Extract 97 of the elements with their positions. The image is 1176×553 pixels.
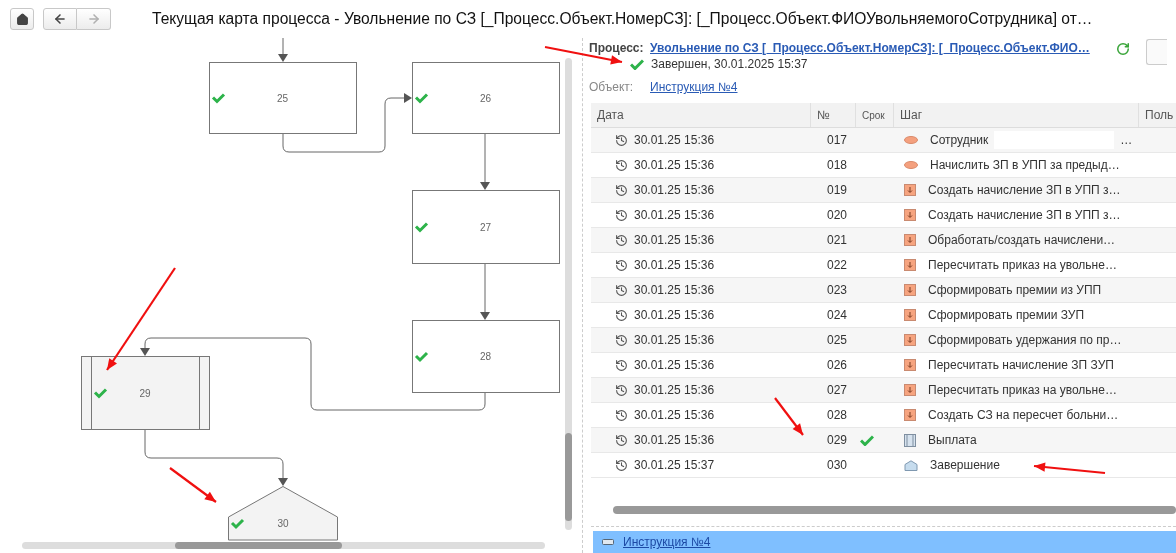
annotation-arrow	[774, 397, 804, 436]
toolbar-button[interactable]	[1145, 39, 1167, 65]
step-cell: Пересчитать приказ на увольне…	[928, 258, 1117, 272]
table-row[interactable]: 30.01.25 15:36 021 Обработать/создать начислени…	[591, 228, 1176, 253]
history-icon	[615, 258, 628, 272]
object-link[interactable]: Инструкция №4	[650, 80, 738, 95]
end-node[interactable]: 30	[228, 486, 338, 541]
number-cell: 027	[827, 383, 848, 397]
number-cell: 030	[827, 458, 848, 472]
date-cell: 30.01.25 15:36	[634, 408, 715, 422]
number-cell: 018	[827, 158, 848, 172]
process-label: Процесс:	[589, 41, 645, 55]
step-cell: Выплата	[928, 433, 977, 447]
history-icon	[615, 283, 628, 297]
date-cell: 30.01.25 15:36	[634, 158, 715, 172]
number-cell: 017	[827, 133, 848, 147]
history-icon	[615, 408, 628, 422]
table-row[interactable]: 30.01.25 15:36 025 Сформировать удержания по пр…	[591, 328, 1176, 353]
home-icon	[15, 12, 29, 26]
number-cell: 022	[827, 258, 848, 272]
horizontal-scrollbar[interactable]	[22, 542, 545, 549]
connector-arrow	[480, 132, 490, 190]
step-cell: Пересчитать начисление ЗП ЗУП	[928, 358, 1114, 372]
history-icon	[615, 333, 628, 347]
date-cell: 30.01.25 15:36	[634, 233, 715, 247]
number-cell: 024	[827, 308, 848, 322]
connector-arrow	[480, 262, 490, 320]
table-row[interactable]: 30.01.25 15:36 019 Создать начисление ЗП в УПП з…	[591, 178, 1176, 203]
step-cell: Сотрудник	[930, 133, 989, 147]
date-cell: 30.01.25 15:36	[634, 258, 715, 272]
home-button[interactable]	[10, 8, 34, 30]
step-cell: Создать начисление ЗП в УПП з…	[928, 183, 1121, 197]
window-title: Текущая карта процесса - Увольнение по СЗ [_Процесс.Объект.НомерСЗ]: [_Процесс.Объект.ФИОУвольняемогоСотрудника] от…	[152, 10, 1093, 28]
history-icon	[615, 183, 628, 197]
date-cell: 30.01.25 15:36	[634, 333, 715, 347]
subprocess-node[interactable]: 29	[81, 355, 210, 430]
column-header[interactable]: Срок	[856, 103, 894, 127]
number-cell: 019	[827, 183, 848, 197]
process-link[interactable]: Увольнение по СЗ [_Процесс.Объект.НомерСЗ]: [_Процесс.Объект.ФИО…	[650, 41, 1090, 55]
connector-arrow	[278, 38, 288, 62]
column-header[interactable]: Поль	[1139, 103, 1176, 127]
history-icon	[615, 158, 628, 172]
step-cell: Обработать/создать начислени…	[928, 233, 1116, 247]
object-label: Объект:	[589, 80, 635, 95]
annotation-arrow	[169, 467, 217, 503]
history-icon	[615, 308, 628, 322]
number-cell: 028	[827, 408, 848, 422]
table-row[interactable]: 30.01.25 15:36 029 Выплата	[591, 428, 1176, 453]
process-status: Завершен, 30.01.2025 15:37	[651, 57, 808, 71]
date-cell: 30.01.25 15:36	[634, 133, 715, 147]
group-link[interactable]: Инструкция №4	[623, 535, 711, 549]
date-cell: 30.01.25 15:36	[634, 433, 715, 447]
history-icon	[615, 233, 628, 247]
step-cell: Завершение	[930, 458, 1000, 472]
step-cell: Сформировать удержания по пр…	[928, 333, 1122, 347]
task-node[interactable]: 27	[412, 190, 560, 264]
step-cell: Создать начисление ЗП в УПП з…	[928, 208, 1121, 222]
table-row[interactable]: 30.01.25 15:36 017 Сотрудник …	[591, 128, 1176, 153]
number-cell: 020	[827, 208, 848, 222]
date-cell: 30.01.25 15:36	[634, 283, 715, 297]
date-cell: 30.01.25 15:36	[634, 183, 715, 197]
step-cell: Создать СЗ на пересчет больни…	[928, 408, 1119, 422]
date-cell: 30.01.25 15:36	[634, 358, 715, 372]
task-node[interactable]: 25	[209, 62, 357, 134]
history-icon	[615, 458, 628, 472]
step-cell: Пересчитать приказ на увольне…	[928, 383, 1117, 397]
history-icon	[615, 433, 628, 447]
number-cell: 023	[827, 283, 848, 297]
back-button[interactable]	[43, 8, 77, 30]
date-cell: 30.01.25 15:36	[634, 208, 715, 222]
number-cell: 029	[827, 433, 848, 447]
table-row[interactable]: 30.01.25 15:36 027 Пересчитать приказ на увольне…	[591, 378, 1176, 403]
step-cell: Сформировать премии из УПП	[928, 283, 1102, 297]
number-cell: 026	[827, 358, 848, 372]
column-header[interactable]: Шаг	[894, 103, 1139, 127]
number-cell: 021	[827, 233, 848, 247]
column-header[interactable]: Дата	[591, 103, 811, 127]
vertical-scrollbar[interactable]	[565, 58, 572, 530]
number-cell: 025	[827, 333, 848, 347]
step-cell: Сформировать премии ЗУП	[928, 308, 1085, 322]
refresh-icon[interactable]	[1115, 42, 1130, 56]
history-icon	[615, 358, 628, 372]
history-icon	[615, 208, 628, 222]
minus-icon[interactable]	[602, 539, 614, 545]
column-header[interactable]: №	[811, 103, 856, 127]
task-node[interactable]: 26	[412, 62, 560, 134]
horizontal-scrollbar[interactable]	[613, 506, 1176, 514]
step-cell: Начислить ЗП в УПП за предыд…	[930, 158, 1120, 172]
task-node[interactable]: 28	[412, 320, 560, 393]
group-row[interactable]: Инструкция №4	[593, 531, 1176, 553]
ellipsis-text: …	[1120, 133, 1133, 147]
date-cell: 30.01.25 15:37	[634, 458, 715, 472]
date-cell: 30.01.25 15:36	[634, 383, 715, 397]
history-icon	[615, 133, 628, 147]
table-row[interactable]: 30.01.25 15:36 023 Сформировать премии из УПП	[591, 278, 1176, 303]
date-cell: 30.01.25 15:36	[634, 308, 715, 322]
history-icon	[615, 383, 628, 397]
